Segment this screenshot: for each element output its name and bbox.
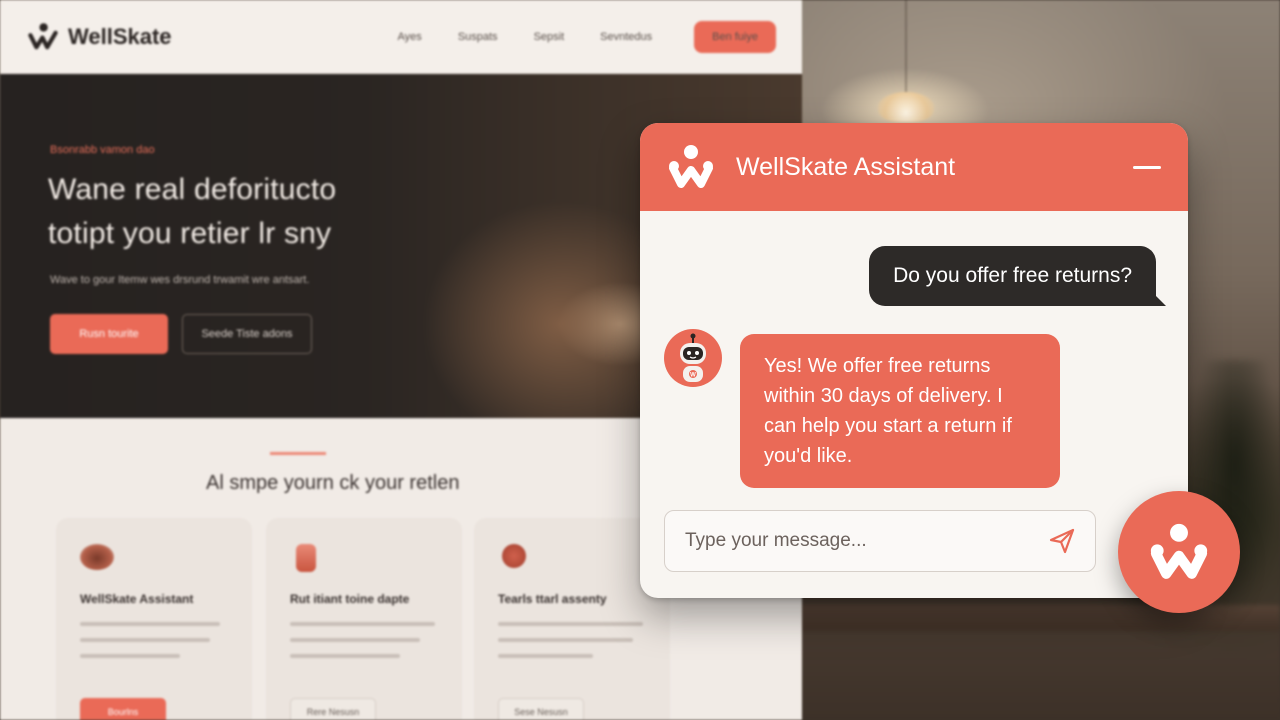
hero-title: Wane real deforitucto totipt you retier … (48, 173, 337, 250)
chat-title: WellSkate Assistant (736, 152, 956, 181)
card-text-line (498, 638, 633, 642)
lamp-light (878, 92, 934, 122)
site-brand-name: WellSkate (68, 23, 172, 49)
site-header: WellSkate Ayes Suspats Sepsit Sevntedus … (0, 0, 802, 74)
card-text-line (498, 622, 643, 626)
nav-item[interactable]: Suspats (458, 31, 498, 43)
card-text-line (290, 622, 435, 626)
wellskate-logo-icon (26, 22, 60, 52)
minimize-icon (1133, 165, 1161, 169)
hero-primary-button[interactable]: Rusn tourite (50, 314, 168, 354)
chat-header: WellSkate Assistant (640, 123, 1188, 211)
chat-widget: WellSkate Assistant Do you offer free re… (640, 123, 1188, 598)
nav-item[interactable]: Ayes (398, 31, 422, 43)
robot-icon: W (680, 333, 706, 382)
card-button[interactable]: Rere Nesusn (290, 698, 376, 720)
card-text-line (80, 622, 220, 626)
badge-icon (502, 544, 526, 568)
message-input-box[interactable] (664, 510, 1096, 572)
site-cta-button[interactable]: Ben fuiye (694, 20, 776, 53)
card-text-line (80, 654, 180, 658)
card-text-line (290, 654, 400, 658)
card-title: WellSkate Assistant (80, 592, 194, 606)
section-title: Al smpe yourn ck your retlen (206, 472, 460, 494)
svg-text:W: W (690, 373, 696, 379)
hero-subtitle: Wave to gour Itemw wes drsrund trwamit w… (50, 274, 310, 286)
nav-item[interactable]: Sepsit (534, 31, 565, 43)
hero-eyebrow: Bsonrabb vamon dao (50, 144, 155, 156)
product-icon (296, 544, 316, 572)
feature-card[interactable]: WellSkate Assistant Bourlns (56, 518, 252, 720)
user-message-bubble: Do you offer free returns? (869, 246, 1166, 306)
card-title: Rut itiant toine dapte (290, 592, 410, 606)
lamp-cord (905, 0, 907, 100)
wellskate-logo-icon (1150, 523, 1208, 579)
card-text-line (290, 638, 420, 642)
send-icon (1049, 528, 1075, 554)
wellskate-logo-icon (664, 142, 718, 192)
hero-secondary-button[interactable]: Seede Tiste adons (182, 314, 312, 354)
assistant-message-bubble: Yes! We offer free returns within 30 day… (740, 334, 1060, 488)
section-accent-bar (270, 452, 326, 455)
card-text-line (80, 638, 210, 642)
send-button[interactable] (1047, 526, 1077, 556)
card-title: Tearls ttarl assenty (498, 592, 607, 606)
card-button[interactable]: Sese Nesusn (498, 698, 584, 720)
card-text-line (498, 654, 593, 658)
card-button[interactable]: Bourlns (80, 698, 166, 720)
site-nav: Ayes Suspats Sepsit Sevntedus Ben fuiye (398, 20, 776, 53)
skate-icon (80, 544, 114, 570)
chat-launcher-button[interactable] (1118, 491, 1240, 613)
message-input[interactable] (685, 530, 1047, 552)
nav-item[interactable]: Sevntedus (600, 31, 652, 43)
minimize-button[interactable] (1130, 150, 1164, 184)
feature-card[interactable]: Rut itiant toine dapte Rere Nesusn (266, 518, 462, 720)
bot-avatar: W (664, 329, 722, 387)
site-logo[interactable]: WellSkate (26, 22, 172, 52)
